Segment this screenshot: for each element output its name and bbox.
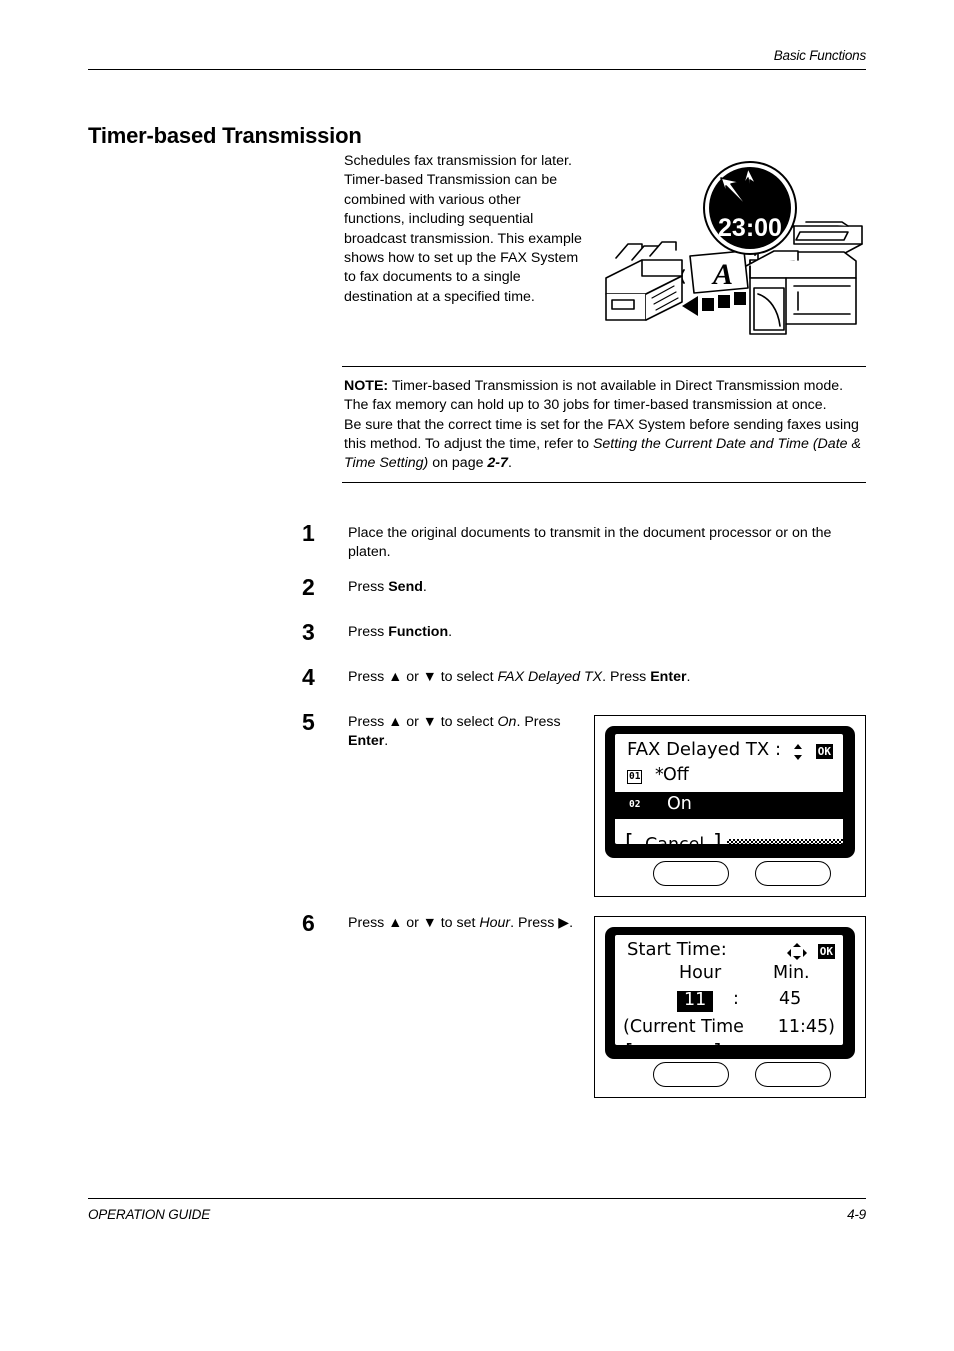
- bracket-close-icon: ]: [713, 1043, 722, 1046]
- step-5-text-a: Press ▲ or ▼ to select: [348, 714, 498, 730]
- step-6-text: Press ▲ or ▼ to set Hour. Press ▶.: [348, 914, 588, 933]
- step-5-text-b: . Press: [516, 714, 561, 730]
- softkey-row-1: [595, 861, 865, 889]
- lcd-screen-1: FAX Delayed TX : OK 01 * Off 02 On [ Can…: [615, 734, 843, 844]
- column-header-min: Min.: [773, 963, 810, 983]
- clock-badge: 23:00: [703, 161, 797, 255]
- footer-rule: [88, 1198, 866, 1199]
- ok-indicator-icon: OK: [815, 744, 833, 759]
- step-3-number: 3: [302, 619, 315, 645]
- step-1-number: 1: [302, 520, 315, 546]
- step-5-key: Enter: [348, 733, 385, 750]
- direction-arrow: [682, 292, 746, 316]
- step-6-text-b: . Press ▶.: [510, 915, 574, 931]
- clock-time-label: 23:00: [718, 214, 782, 242]
- lcd1-option-on-selected[interactable]: 02 On: [615, 792, 843, 819]
- page-title: Timer-based Transmission: [88, 122, 362, 148]
- footer-guide-name: OPERATION GUIDE: [88, 1207, 211, 1222]
- step-5-option: On: [497, 714, 517, 730]
- step-5-text: Press ▲ or ▼ to select On. Press Enter.: [348, 713, 588, 752]
- operation-panel-start-time: Start Time: OK Hour Min. 11 : 45 (Curren…: [594, 916, 866, 1098]
- step-5-number: 5: [302, 709, 315, 735]
- note-line-2end: .: [507, 455, 512, 472]
- note-bottom-rule: [342, 482, 866, 484]
- softkey-left-2[interactable]: [653, 1062, 729, 1087]
- step-3-text-a: Press: [348, 624, 389, 640]
- step-5-text-c: .: [384, 733, 389, 750]
- step-6-field: Hour: [479, 915, 511, 931]
- step-4-text: Press ▲ or ▼ to select FAX Delayed TX. P…: [348, 668, 868, 687]
- note-page-ref: 2-7: [487, 455, 508, 472]
- step-2-number: 2: [302, 574, 315, 600]
- step-6-text-a: Press ▲ or ▼ to set: [348, 915, 480, 931]
- step-4-text-c: .: [686, 669, 691, 685]
- current-time-value: 11:45): [777, 1017, 835, 1037]
- step-4-text-a: Press ▲ or ▼ to select: [348, 669, 498, 685]
- running-head: Basic Functions: [773, 48, 866, 63]
- step-4-number: 4: [302, 664, 315, 690]
- step-4-menu-item: FAX Delayed TX: [497, 669, 603, 685]
- note-label: NOTE:: [344, 378, 389, 394]
- operation-panel-fax-delayed-tx: FAX Delayed TX : OK 01 * Off 02 On [ Can…: [594, 715, 866, 897]
- time-colon: :: [733, 989, 739, 1009]
- lcd2-title: Start Time:: [627, 939, 727, 960]
- lcd-bezel-2: Start Time: OK Hour Min. 11 : 45 (Curren…: [605, 927, 855, 1059]
- option-number-02: 02: [627, 798, 643, 812]
- bracket-open-icon: [: [625, 831, 634, 845]
- lcd1-option-off[interactable]: 01 * Off: [615, 765, 843, 791]
- min-value-field[interactable]: 45: [779, 990, 801, 1009]
- lcd-bezel-1: FAX Delayed TX : OK 01 * Off 02 On [ Can…: [605, 726, 855, 858]
- note-line-1: Timer-based Transmission is not availabl…: [344, 378, 844, 414]
- four-way-arrow-icon: [787, 943, 807, 961]
- transmitted-page: A: [689, 250, 749, 294]
- bracket-close-icon: ]: [713, 831, 722, 845]
- step-4-key: Enter: [650, 669, 687, 685]
- lcd1-title: FAX Delayed TX :: [627, 739, 782, 760]
- step-3-text-b: .: [448, 624, 453, 640]
- hour-value-field[interactable]: 11: [677, 991, 714, 1012]
- step-4-text-b: . Press: [602, 669, 651, 685]
- page-header: Basic Functions: [88, 48, 866, 70]
- remote-fax-machine: [605, 241, 683, 321]
- step-2-text-b: .: [422, 579, 427, 595]
- step-2-key: Send: [388, 579, 423, 595]
- note-box: NOTE: Timer-based Transmission is not av…: [342, 366, 866, 484]
- footer-page-number: 4-9: [847, 1207, 866, 1222]
- cancel-label: Cancel: [645, 836, 704, 844]
- current-time-label: (Current Time: [623, 1017, 744, 1037]
- header-rule: [88, 69, 866, 70]
- step-2-text-a: Press: [348, 579, 389, 595]
- up-down-arrow-icon: [794, 743, 803, 761]
- softkey-row-2: [595, 1062, 865, 1090]
- svg-text:A: A: [711, 258, 733, 291]
- step-3-text: Press Function.: [348, 623, 868, 642]
- intro-paragraph: Schedules fax transmission for later. Ti…: [344, 153, 582, 305]
- dither-fill: [727, 839, 843, 844]
- timer-transmission-illustration: A 23:00: [598, 148, 870, 348]
- step-3-key: Function: [388, 624, 449, 640]
- page-footer: OPERATION GUIDE 4-9: [88, 1198, 866, 1222]
- bracket-open-icon: [: [625, 1043, 634, 1046]
- lcd-screen-2: Start Time: OK Hour Min. 11 : 45 (Curren…: [615, 935, 843, 1045]
- lcd1-cancel-row[interactable]: [ Cancel ]: [615, 831, 843, 845]
- softkey-right-2[interactable]: [755, 1062, 831, 1087]
- ok-indicator-icon: OK: [817, 944, 835, 959]
- option-label-on: On: [667, 794, 692, 814]
- step-2-text: Press Send.: [348, 578, 868, 597]
- step-1-text: Place the original documents to transmit…: [348, 525, 832, 561]
- option-label-off: Off: [663, 765, 689, 785]
- option-number-01: 01: [627, 770, 643, 784]
- column-header-hour: Hour: [679, 963, 722, 983]
- softkey-left-1[interactable]: [653, 861, 729, 886]
- softkey-right-1[interactable]: [755, 861, 831, 886]
- note-line-2b: on page: [428, 455, 488, 472]
- step-6-number: 6: [302, 910, 315, 936]
